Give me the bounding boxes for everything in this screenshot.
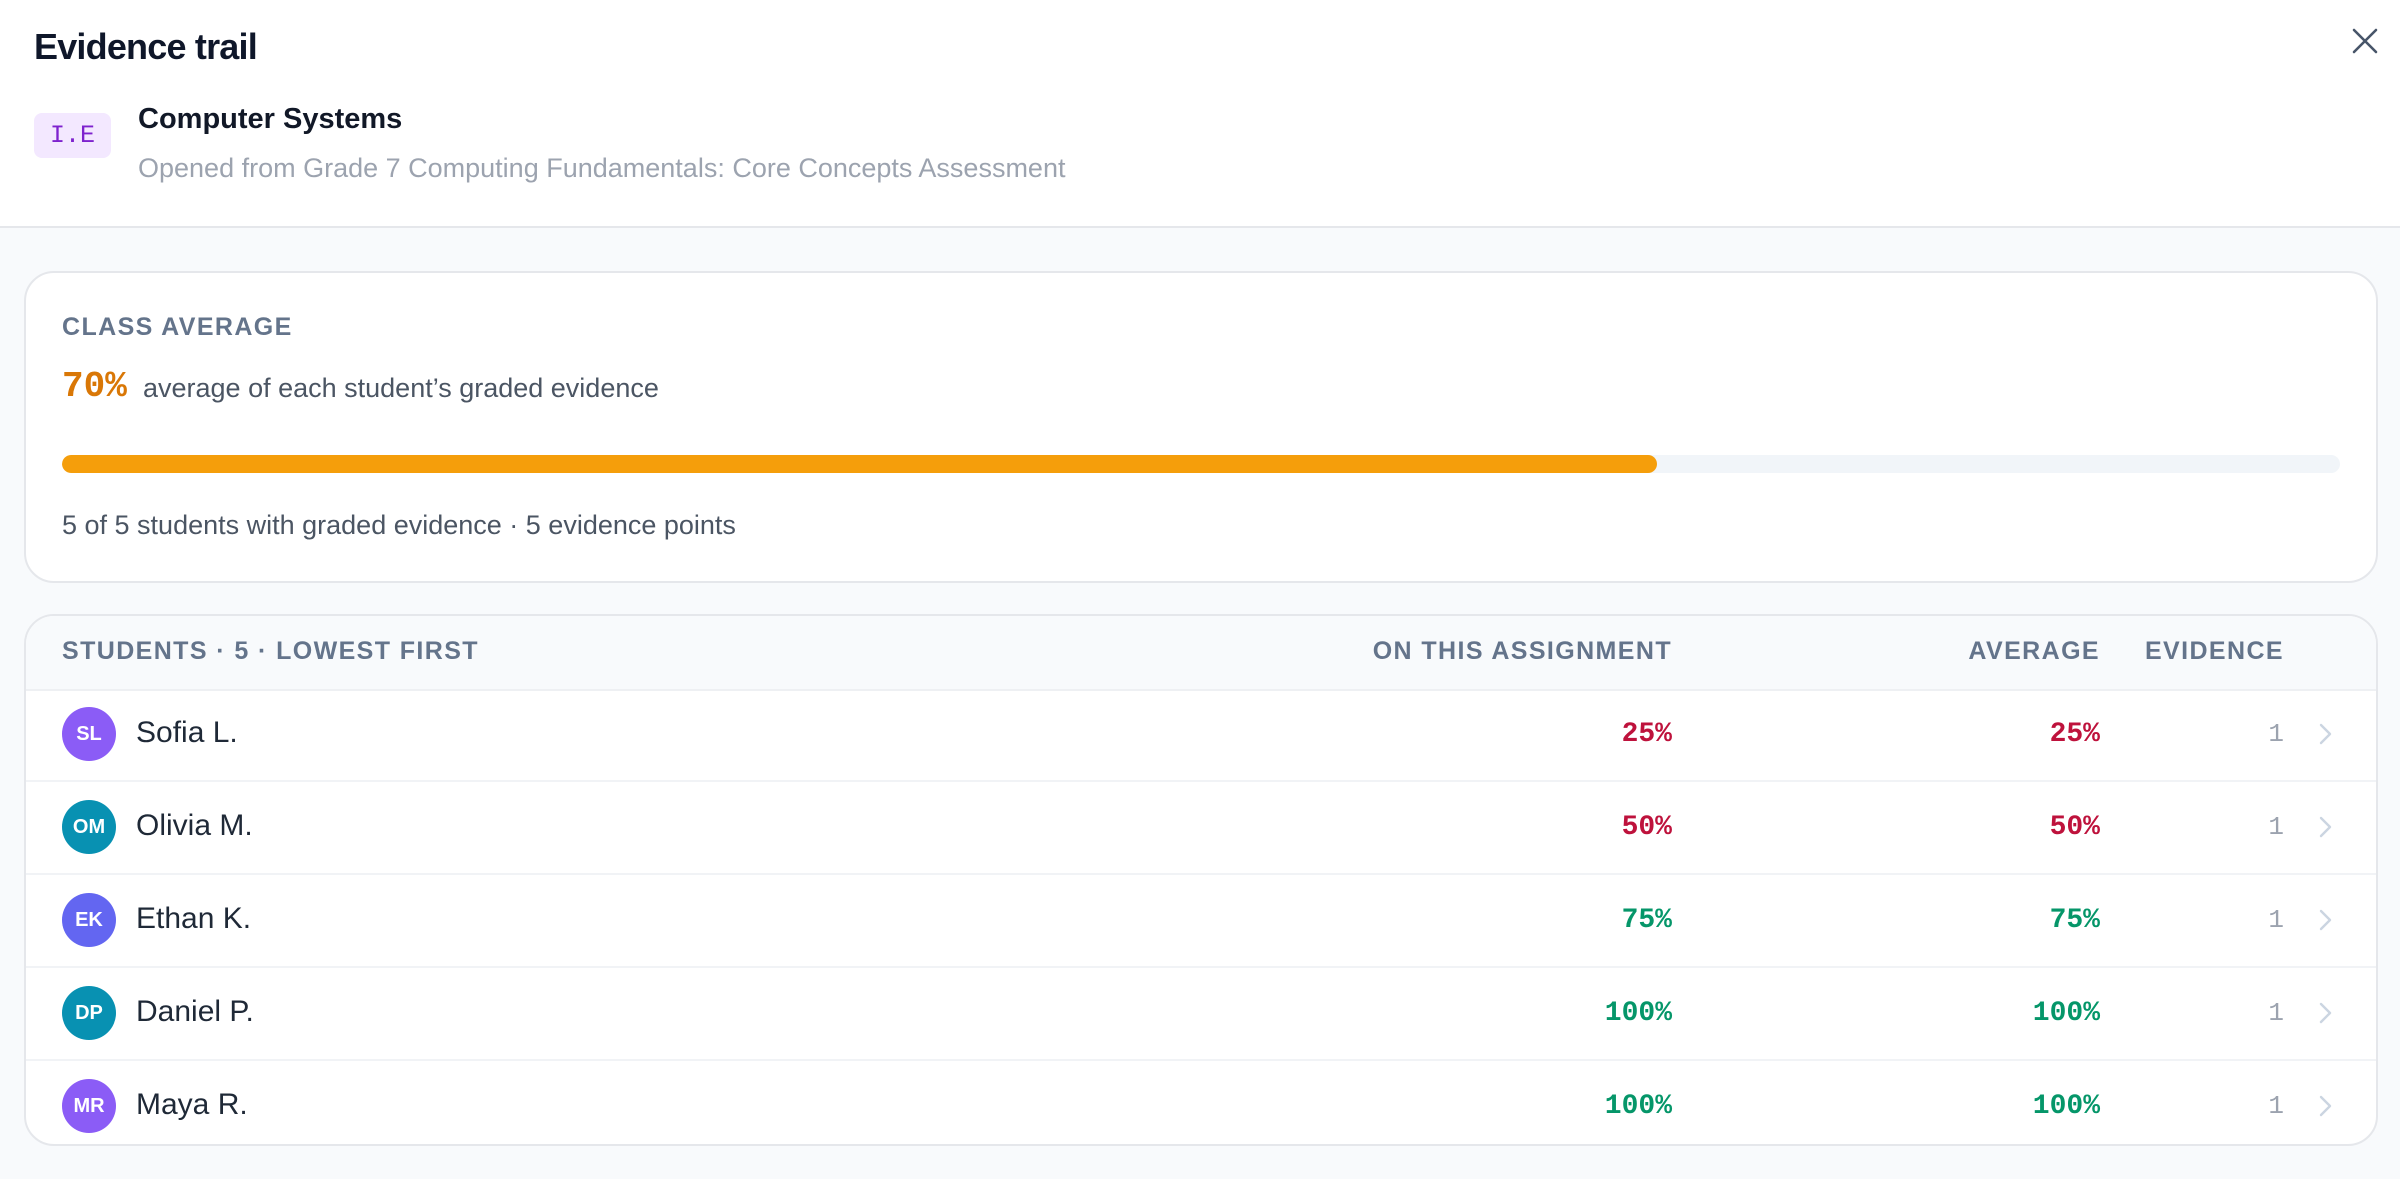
source-assignment: Opened from Grade 7 Computing Fundamenta… (138, 153, 1066, 183)
evidence-count: 1 (2268, 1091, 2284, 1121)
close-button[interactable] (2344, 20, 2386, 62)
avatar: MR (62, 1079, 116, 1133)
evidence-count: 1 (2268, 719, 2284, 749)
class-average-label: CLASS AVERAGE (62, 313, 293, 341)
assignment-score: 50% (1621, 812, 1672, 843)
assignment-score: 100% (1604, 998, 1672, 1029)
average-score: 25% (2049, 719, 2100, 750)
column-header-evidence: EVIDENCE (2144, 637, 2284, 665)
students-table: STUDENTS · 5 · LOWEST FIRST ON THIS ASSI… (24, 614, 2378, 1146)
student-name: Olivia M. (136, 809, 253, 842)
class-average-progress-fill (62, 455, 1657, 473)
avatar: DP (62, 986, 116, 1040)
chevron-right-icon (2319, 816, 2332, 838)
assignment-score: 25% (1621, 719, 1672, 750)
table-body: SL Sofia L. 25% 25% 1 OM Olivia M. 50% 5… (26, 689, 2376, 1144)
close-icon (2352, 28, 2378, 54)
evidence-count: 1 (2268, 905, 2284, 935)
student-name: Maya R. (136, 1088, 248, 1121)
student-row[interactable]: MR Maya R. 100% 100% 1 (26, 1061, 2376, 1144)
evidence-count: 1 (2268, 998, 2284, 1028)
class-average-summary: 5 of 5 students with graded evidence · 5… (62, 510, 736, 540)
avatar: OM (62, 800, 116, 854)
average-score: 100% (2032, 998, 2100, 1029)
table-header: STUDENTS · 5 · LOWEST FIRST ON THIS ASSI… (26, 616, 2376, 691)
student-row[interactable]: DP Daniel P. 100% 100% 1 (26, 968, 2376, 1061)
average-score: 75% (2049, 905, 2100, 936)
skill-name: Computer Systems (138, 103, 403, 135)
modal-title: Evidence trail (34, 26, 258, 67)
avatar: EK (62, 893, 116, 947)
student-name: Sofia L. (136, 716, 238, 749)
assignment-score: 100% (1604, 1091, 1672, 1122)
student-name: Daniel P. (136, 995, 254, 1028)
modal-header: Evidence trail I.E Computer Systems Open… (0, 0, 2400, 228)
chevron-right-icon (2319, 1095, 2332, 1117)
column-header-average: AVERAGE (1968, 637, 2100, 665)
student-row[interactable]: EK Ethan K. 75% 75% 1 (26, 875, 2376, 968)
class-average-progress-track (62, 455, 2340, 473)
average-score: 100% (2032, 1091, 2100, 1122)
student-row[interactable]: SL Sofia L. 25% 25% 1 (26, 689, 2376, 782)
evidence-count: 1 (2268, 812, 2284, 842)
class-average-card: CLASS AVERAGE 70% average of each studen… (24, 271, 2378, 583)
average-score: 50% (2049, 812, 2100, 843)
student-row[interactable]: OM Olivia M. 50% 50% 1 (26, 782, 2376, 875)
skill-code-badge: I.E (34, 113, 111, 158)
column-header-students: STUDENTS · 5 · LOWEST FIRST (62, 637, 479, 665)
column-header-assignment: ON THIS ASSIGNMENT (1372, 637, 1672, 665)
assignment-score: 75% (1621, 905, 1672, 936)
class-average-description: average of each student’s graded evidenc… (143, 373, 659, 403)
chevron-right-icon (2319, 1002, 2332, 1024)
chevron-right-icon (2319, 723, 2332, 745)
chevron-right-icon (2319, 909, 2332, 931)
student-name: Ethan K. (136, 902, 252, 935)
avatar: SL (62, 707, 116, 761)
class-average-value: 70% (62, 366, 127, 407)
